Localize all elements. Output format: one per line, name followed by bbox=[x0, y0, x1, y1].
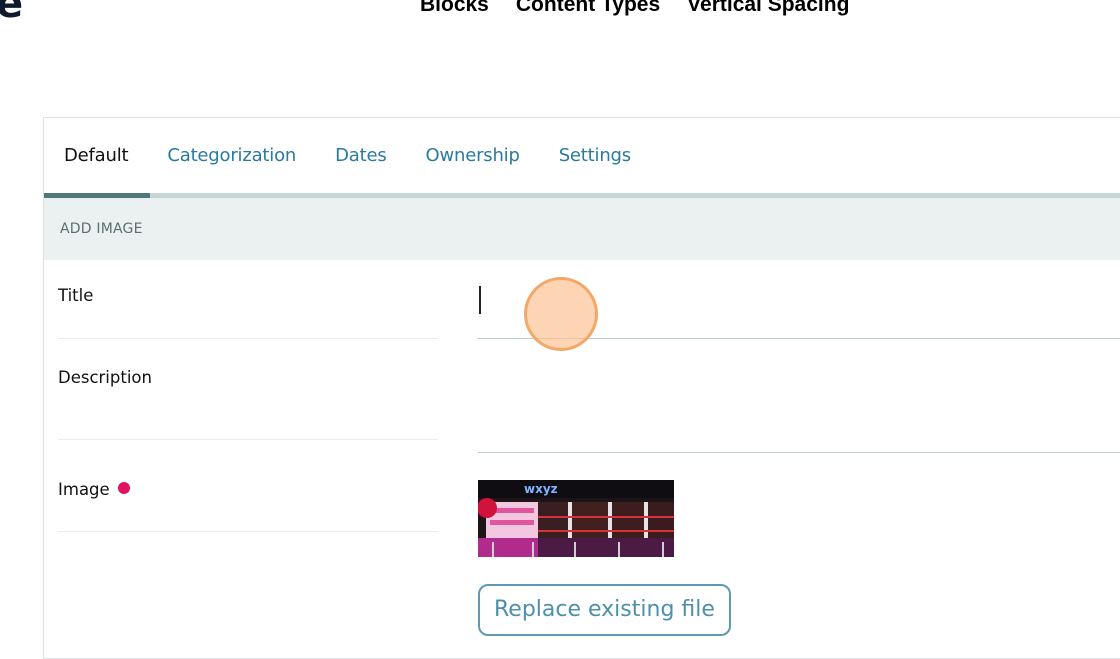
tab-settings[interactable]: Settings bbox=[559, 146, 631, 165]
nav-link-blocks[interactable]: Blocks bbox=[420, 0, 489, 15]
description-input-underline bbox=[478, 452, 1120, 453]
image-label: Image bbox=[58, 480, 130, 499]
divider bbox=[58, 338, 438, 339]
divider bbox=[58, 531, 438, 532]
top-navigation: Blocks Content Types Vertical Spacing bbox=[420, 0, 849, 15]
title-input[interactable] bbox=[478, 270, 1120, 330]
title-label: Title bbox=[58, 286, 94, 305]
tab-default[interactable]: Default bbox=[64, 146, 129, 165]
add-image-panel: Default Categorization Dates Ownership S… bbox=[43, 117, 1120, 659]
tab-underline-bar bbox=[44, 193, 1120, 198]
tab-ownership[interactable]: Ownership bbox=[426, 146, 520, 165]
tab-dates[interactable]: Dates bbox=[335, 146, 387, 165]
title-input-underline bbox=[478, 338, 1120, 339]
nav-link-vertical-spacing[interactable]: Vertical Spacing bbox=[687, 0, 849, 15]
image-preview[interactable]: wxyz bbox=[478, 480, 674, 557]
replace-existing-file-button[interactable]: Replace existing file bbox=[478, 584, 731, 636]
bar-photo-thumbnail: wxyz bbox=[478, 480, 674, 557]
tab-list: Default Categorization Dates Ownership S… bbox=[44, 118, 1120, 193]
image-label-text: Image bbox=[58, 480, 110, 499]
site-logo-fragment[interactable]: e bbox=[0, 0, 23, 24]
tab-categorization[interactable]: Categorization bbox=[167, 146, 296, 165]
nav-link-content-types[interactable]: Content Types bbox=[516, 0, 660, 15]
divider bbox=[58, 439, 438, 440]
section-title: ADD IMAGE bbox=[60, 221, 143, 237]
active-tab-indicator bbox=[44, 193, 150, 198]
text-caret bbox=[479, 286, 481, 314]
description-label: Description bbox=[58, 368, 152, 387]
description-input[interactable] bbox=[478, 362, 1120, 456]
neon-sign-text: wxyz bbox=[524, 482, 558, 496]
section-header: ADD IMAGE bbox=[44, 198, 1120, 260]
required-indicator-icon bbox=[117, 482, 130, 494]
